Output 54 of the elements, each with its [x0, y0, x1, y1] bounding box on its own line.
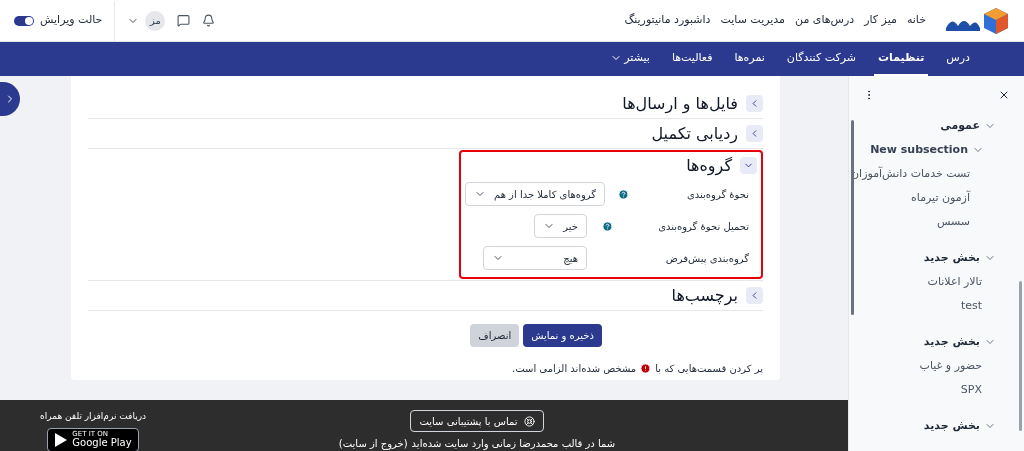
- app-download-title: دریافت نرم‌افزار تلفن همراه: [40, 410, 146, 423]
- course-tab[interactable]: فعالیت‌ها: [667, 42, 717, 76]
- user-avatar[interactable]: مز: [145, 10, 166, 31]
- required-note: پر کردن قسمت‌هایی که با: [655, 362, 763, 376]
- help-icon[interactable]: [618, 188, 630, 200]
- section-heading[interactable]: ردیابی تکمیل: [651, 121, 738, 146]
- help-icon[interactable]: [601, 220, 613, 232]
- save-button[interactable]: ذخیره و نمایش: [523, 324, 602, 347]
- section-link[interactable]: New subsection: [870, 141, 968, 159]
- section-link[interactable]: عمومی: [940, 117, 980, 135]
- required-icon: [640, 363, 652, 374]
- section-heading[interactable]: گروه‌ها: [686, 153, 732, 178]
- field-label: تحمیل نحوهٔ گروه‌بندی: [657, 219, 750, 234]
- nav-link[interactable]: داشبورد مانیتورینگ: [624, 12, 711, 29]
- scrollbar[interactable]: [1019, 281, 1022, 431]
- section-heading[interactable]: برچسب‌ها: [671, 283, 738, 308]
- logout-link[interactable]: (خروج از سایت): [338, 436, 408, 451]
- activity-link[interactable]: تالار اعلانات: [927, 273, 982, 291]
- close-icon[interactable]: [998, 89, 1010, 101]
- drawer-toggle[interactable]: [0, 82, 20, 116]
- messages-icon[interactable]: [177, 14, 191, 27]
- activity-link[interactable]: سسس: [936, 213, 970, 231]
- section-link[interactable]: بخش جدید: [923, 249, 980, 267]
- course-tab[interactable]: درس: [942, 42, 974, 76]
- nav-link[interactable]: میز کار: [864, 12, 897, 29]
- course-tab[interactable]: بیشتر: [606, 42, 654, 76]
- activity-link[interactable]: آزمون تیرماه: [911, 189, 970, 207]
- course-tab[interactable]: شرکت کنندگان: [782, 42, 860, 76]
- activity-link[interactable]: SPX: [960, 381, 982, 399]
- required-note: مشخص شده‌اند الزامی است.: [512, 362, 637, 376]
- activity-link[interactable]: test: [960, 297, 982, 315]
- select-field[interactable]: گروه‌های کاملا جدا از هم: [465, 182, 606, 206]
- activity-link[interactable]: تست خدمات دانش‌آموزان: [851, 165, 970, 183]
- nav-link[interactable]: خانه: [906, 12, 926, 29]
- support-button[interactable]: تماس با پشتیبانی سایت: [410, 410, 544, 432]
- field-label: نحوهٔ گروه‌بندی: [685, 187, 750, 202]
- select-field[interactable]: خیر: [534, 214, 587, 238]
- nav-link[interactable]: درس‌های من: [795, 12, 855, 29]
- scrollbar[interactable]: [851, 120, 854, 315]
- edit-mode-label: حالت ویرایش: [40, 12, 103, 29]
- notifications-icon[interactable]: [202, 14, 216, 27]
- login-info: شما در قالب محمدرضا زمانی وارد سایت شده‌اید: [411, 437, 616, 451]
- section-link[interactable]: بخش جدید: [923, 417, 980, 435]
- cancel-button[interactable]: انصراف: [470, 324, 520, 347]
- select-field[interactable]: هیچ: [483, 246, 587, 270]
- edit-mode-toggle[interactable]: [14, 15, 34, 26]
- nav-link[interactable]: مدیریت سایت: [720, 12, 785, 29]
- section-heading[interactable]: فایل‌ها و ارسال‌ها: [622, 91, 738, 116]
- course-tab[interactable]: نمره‌ها: [730, 42, 769, 76]
- lifebuoy-icon: [523, 415, 535, 427]
- play-icon: [54, 431, 69, 448]
- activity-link[interactable]: حضور و غیاب: [919, 357, 982, 375]
- section-link[interactable]: بخش جدید: [923, 333, 980, 351]
- field-label: گروه‌بندی پیش‌فرض: [664, 251, 750, 266]
